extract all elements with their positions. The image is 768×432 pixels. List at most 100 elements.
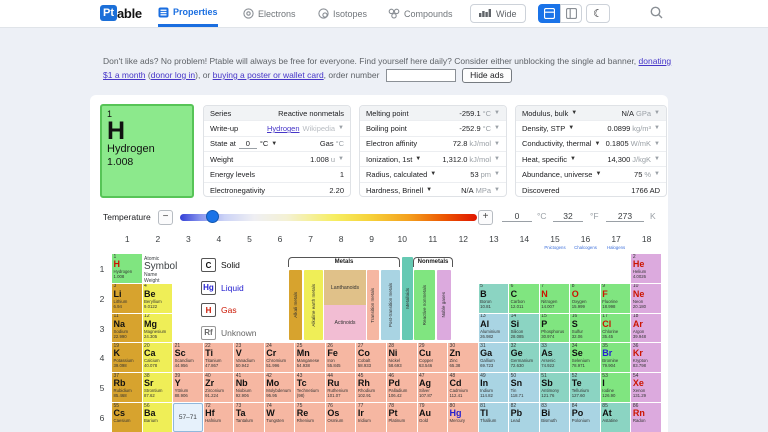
element-cell-V[interactable]: 23VVanadium50.942 bbox=[234, 343, 264, 372]
group-number-18[interactable]: 18 bbox=[631, 234, 662, 244]
layout-split-horizontal-button[interactable] bbox=[538, 4, 560, 23]
category-legend-alkali[interactable]: Alkali metals bbox=[289, 270, 302, 340]
element-cell-Ne[interactable]: 10NeNeon20.180 bbox=[631, 284, 661, 313]
category-legend-post-transition[interactable]: Post-transition metals bbox=[381, 270, 400, 340]
group-number-4[interactable]: 4 bbox=[204, 234, 235, 244]
element-cell-Zn[interactable]: 30ZnZinc65.38 bbox=[448, 343, 478, 372]
group-number-14[interactable]: 14 bbox=[509, 234, 540, 244]
chevron-down-icon[interactable]: ▼ bbox=[494, 110, 500, 116]
element-cell-Zr[interactable]: 40ZrZirconium91.224 bbox=[204, 373, 234, 402]
writeup-link[interactable]: Hydrogen bbox=[267, 124, 300, 133]
element-cell-W[interactable]: 74WTungsten bbox=[265, 403, 295, 432]
chevron-down-icon[interactable]: ▼ bbox=[494, 141, 500, 147]
element-cell-Nb[interactable]: 41NbNiobium92.906 bbox=[234, 373, 264, 402]
dark-mode-button[interactable]: ☾ bbox=[586, 4, 610, 23]
element-cell-In[interactable]: 49InIndium114.82 bbox=[479, 373, 509, 402]
donor-login-link[interactable]: donor log in bbox=[151, 70, 195, 80]
element-cell-Si[interactable]: 14SiSilicon28.085 bbox=[509, 314, 539, 343]
group-number-2[interactable]: 2 bbox=[143, 234, 174, 244]
element-cell-Sb[interactable]: 51SbAntimony121.76 bbox=[540, 373, 570, 402]
element-cell-Al[interactable]: 13AlAluminium26.982 bbox=[479, 314, 509, 343]
chevron-down-icon[interactable]: ▼ bbox=[654, 110, 660, 116]
element-cell-Mn[interactable]: 25MnManganese54.938 bbox=[295, 343, 325, 372]
element-cell-Ta[interactable]: 73TaTantalum bbox=[234, 403, 264, 432]
group-number-6[interactable]: 6 bbox=[265, 234, 296, 244]
chevron-down-icon[interactable]: ▼ bbox=[415, 156, 421, 162]
tab-compounds[interactable]: Compounds bbox=[388, 0, 453, 27]
group-number-9[interactable]: 9 bbox=[356, 234, 387, 244]
group-number-16[interactable]: 16 bbox=[570, 234, 601, 244]
temperature-fahrenheit-input[interactable]: 32 bbox=[553, 211, 583, 222]
element-cell-N[interactable]: 7NNitrogen14.007 bbox=[540, 284, 570, 313]
group-number-17[interactable]: 17 bbox=[601, 234, 632, 244]
chevron-down-icon[interactable]: ▼ bbox=[430, 171, 436, 177]
element-cell-Y[interactable]: 39YYttrium88.906 bbox=[173, 373, 203, 402]
group-number-10[interactable]: 10 bbox=[387, 234, 418, 244]
group-number-12[interactable]: 12 bbox=[448, 234, 479, 244]
element-cell-Li[interactable]: 3LiLithium6.94 bbox=[112, 284, 142, 313]
element-cell-Re[interactable]: 75ReRhenium bbox=[295, 403, 325, 432]
chevron-down-icon[interactable]: ▼ bbox=[338, 125, 344, 131]
element-cell-Po[interactable]: 84PoPolonium bbox=[570, 403, 600, 432]
period-number-3[interactable]: 3 bbox=[96, 324, 108, 334]
element-cell-K[interactable]: 19KPotassium39.098 bbox=[112, 343, 142, 372]
period-number-6[interactable]: 6 bbox=[96, 413, 108, 423]
element-cell-O[interactable]: 8OOxygen15.999 bbox=[570, 284, 600, 313]
element-cell-S[interactable]: 16SSulfur32.06 bbox=[570, 314, 600, 343]
element-cell-Fe[interactable]: 26FeIron55.845 bbox=[326, 343, 356, 372]
group-number-8[interactable]: 8 bbox=[326, 234, 357, 244]
category-legend-alkaline[interactable]: Alkaline earth metals bbox=[304, 270, 323, 340]
element-cell-Ru[interactable]: 44RuRuthenium101.07 bbox=[326, 373, 356, 402]
element-cell-Rh[interactable]: 45RhRhodium102.91 bbox=[356, 373, 386, 402]
period-number-5[interactable]: 5 bbox=[96, 383, 108, 393]
category-legend-reactive-nonmetal[interactable]: Reactive nonmetals bbox=[414, 270, 435, 340]
element-cell-Cl[interactable]: 17ClChlorine35.45 bbox=[601, 314, 631, 343]
element-cell-C[interactable]: 6CCarbon12.011 bbox=[509, 284, 539, 313]
layout-split-vertical-button[interactable] bbox=[560, 4, 582, 23]
temperature-slider-track[interactable] bbox=[180, 214, 477, 221]
element-cell-Pb[interactable]: 82PbLead bbox=[509, 403, 539, 432]
chevron-down-icon[interactable]: ▼ bbox=[426, 187, 432, 193]
category-legend-lanthanoids-actinoids[interactable]: LanthanoidsActinoids bbox=[324, 270, 366, 340]
element-cell-Hg[interactable]: 80HgMercury bbox=[448, 403, 478, 432]
chevron-down-icon[interactable]: ▼ bbox=[570, 156, 576, 162]
element-cell-Sc[interactable]: 21ScScandium44.956 bbox=[173, 343, 203, 372]
chevron-down-icon[interactable]: ▼ bbox=[571, 110, 577, 116]
chevron-down-icon[interactable]: ▼ bbox=[654, 171, 660, 177]
element-cell-Cs[interactable]: 55CsCaesium bbox=[112, 403, 142, 432]
lanthanide-placeholder-cell[interactable]: 57–71 bbox=[173, 403, 203, 432]
chevron-down-icon[interactable]: ▼ bbox=[494, 125, 500, 131]
tab-properties[interactable]: Properties bbox=[158, 0, 218, 27]
element-cell-Se[interactable]: 34SeSelenium78.971 bbox=[570, 343, 600, 372]
element-cell-Br[interactable]: 35BrBromine79.904 bbox=[601, 343, 631, 372]
element-cell-Rb[interactable]: 37RbRubidium85.468 bbox=[112, 373, 142, 402]
element-cell-H[interactable]: 1HHydrogen1.008 bbox=[112, 254, 142, 283]
element-cell-Os[interactable]: 76OsOsmium bbox=[326, 403, 356, 432]
element-cell-Ca[interactable]: 20CaCalcium40.078 bbox=[143, 343, 173, 372]
category-legend-metalloid-legend[interactable]: Metalloids bbox=[402, 257, 413, 340]
element-cell-Ir[interactable]: 77IrIridium bbox=[356, 403, 386, 432]
element-cell-I[interactable]: 53IIodine126.90 bbox=[601, 373, 631, 402]
search-button[interactable] bbox=[650, 6, 663, 24]
element-cell-Sn[interactable]: 50SnTin118.71 bbox=[509, 373, 539, 402]
element-cell-B[interactable]: 5BBoron10.81 bbox=[479, 284, 509, 313]
element-cell-Pd[interactable]: 46PdPalladium106.42 bbox=[387, 373, 417, 402]
ptable-logo[interactable]: Ptable bbox=[100, 5, 142, 21]
element-cell-Hf[interactable]: 72HfHafnium bbox=[204, 403, 234, 432]
category-legend-transition[interactable]: Transition metals bbox=[367, 270, 379, 340]
element-cell-Tl[interactable]: 81TlThallium bbox=[479, 403, 509, 432]
element-cell-At[interactable]: 85AtAstatine bbox=[601, 403, 631, 432]
group-number-13[interactable]: 13 bbox=[479, 234, 510, 244]
tab-electrons[interactable]: Electrons bbox=[243, 0, 296, 27]
element-cell-P[interactable]: 15PPhosphorus30.974 bbox=[540, 314, 570, 343]
element-cell-Ti[interactable]: 22TiTitanium47.867 bbox=[204, 343, 234, 372]
element-cell-Pt[interactable]: 78PtPlatinum bbox=[387, 403, 417, 432]
chevron-down-icon[interactable]: ▼ bbox=[594, 141, 600, 147]
element-cell-Tc[interactable]: 43TcTechnetium(98) bbox=[295, 373, 325, 402]
chevron-down-icon[interactable]: ▼ bbox=[595, 171, 601, 177]
group-number-11[interactable]: 11 bbox=[418, 234, 449, 244]
period-number-1[interactable]: 1 bbox=[96, 264, 108, 274]
temperature-celsius-input[interactable]: 0 bbox=[502, 211, 532, 222]
element-cell-He[interactable]: 2HeHelium4.0026 bbox=[631, 254, 661, 283]
element-cell-F[interactable]: 9FFluorine18.998 bbox=[601, 284, 631, 313]
